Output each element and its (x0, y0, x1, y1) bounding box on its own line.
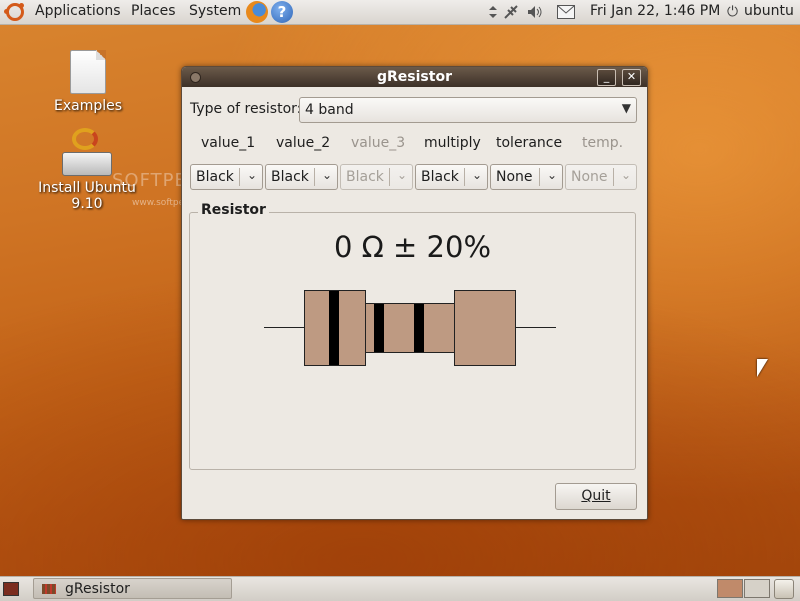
chevron-down-icon: ⌄ (246, 168, 257, 182)
resistor-band-1 (329, 291, 339, 365)
resistor-lead-left (264, 327, 306, 328)
select-value: None (571, 169, 608, 185)
chevron-down-icon: ⌄ (620, 168, 631, 182)
select-value: Black (346, 169, 384, 185)
label-value-1: value_1 (201, 135, 256, 151)
resistor-band-2 (374, 304, 384, 352)
label-temp: temp. (582, 135, 624, 151)
type-select[interactable]: 4 band ▼ (299, 97, 637, 123)
top-panel: Applications Places System ? Fri Jan 22,… (0, 0, 800, 25)
desktop-icon-examples[interactable]: Examples (48, 50, 128, 114)
network-icon[interactable] (503, 4, 519, 20)
multiply-select[interactable]: Black ⌄ (415, 164, 488, 190)
value-3-select: Black ⌄ (340, 164, 413, 190)
power-icon[interactable]: ⏻ (727, 4, 738, 20)
window-titlebar[interactable]: gResistor _ ✕ (182, 67, 647, 87)
chevron-down-icon: ⌄ (546, 168, 557, 182)
menu-system[interactable]: System (189, 3, 241, 19)
type-select-value: 4 band (305, 102, 354, 118)
document-icon (70, 50, 106, 94)
resistor-app-icon (42, 584, 56, 594)
select-value: Black (421, 169, 459, 185)
bottom-panel: gResistor (0, 576, 800, 601)
show-desktop-icon[interactable] (3, 582, 19, 596)
select-value: Black (196, 169, 234, 185)
resistance-result: 0 Ω ± 20% (333, 230, 492, 264)
resistor-band-multiplier (414, 304, 424, 352)
desktop-icon-label: Examples (53, 98, 123, 114)
arrow-updown-icon[interactable] (488, 6, 498, 18)
tolerance-select[interactable]: None ⌄ (490, 164, 563, 190)
taskbar-label: gResistor (65, 581, 130, 597)
workspace-1[interactable] (717, 579, 743, 598)
workspace-2[interactable] (744, 579, 770, 598)
installer-icon (60, 128, 114, 178)
user-menu[interactable]: ubuntu (744, 3, 794, 19)
firefox-icon[interactable] (246, 1, 268, 23)
type-label: Type of resistor: (190, 101, 302, 117)
resistor-frame-title: Resistor (198, 202, 269, 218)
label-value-2: value_2 (276, 135, 331, 151)
trash-icon[interactable] (774, 579, 794, 599)
window-title: gResistor (377, 69, 452, 85)
label-tolerance: tolerance (496, 135, 563, 151)
mouse-cursor-icon (757, 359, 768, 377)
minimize-button[interactable]: _ (597, 69, 616, 86)
resistor-body-right-cap (454, 290, 516, 366)
gresistor-window: gResistor _ ✕ Type of resistor: 4 band ▼… (181, 66, 648, 520)
close-button[interactable]: ✕ (622, 69, 641, 86)
chevron-down-icon: ⌄ (321, 168, 332, 182)
volume-icon[interactable] (527, 4, 543, 20)
resistor-lead-right (514, 327, 556, 328)
temp-select: None ⌄ (565, 164, 637, 190)
value-1-select[interactable]: Black ⌄ (190, 164, 263, 190)
quit-button-label: Quit (581, 488, 611, 504)
chevron-down-icon: ▼ (621, 101, 631, 115)
ubuntu-logo-icon[interactable] (4, 3, 24, 21)
label-multiply: multiply (424, 135, 481, 151)
select-value: None (496, 169, 533, 185)
chevron-down-icon: ⌄ (471, 168, 482, 182)
menu-places[interactable]: Places (131, 3, 176, 19)
menu-applications[interactable]: Applications (35, 3, 121, 19)
taskbar-gresistor[interactable]: gResistor (33, 578, 232, 599)
chevron-down-icon: ⌄ (396, 168, 407, 182)
help-icon[interactable]: ? (271, 1, 293, 23)
window-client: Type of resistor: 4 band ▼ value_1 value… (182, 88, 647, 519)
quit-button[interactable]: Quit (555, 483, 637, 510)
label-value-3: value_3 (351, 135, 406, 151)
clock[interactable]: Fri Jan 22, 1:46 PM (590, 3, 720, 19)
value-2-select[interactable]: Black ⌄ (265, 164, 338, 190)
mail-icon[interactable] (557, 5, 575, 19)
select-value: Black (271, 169, 309, 185)
